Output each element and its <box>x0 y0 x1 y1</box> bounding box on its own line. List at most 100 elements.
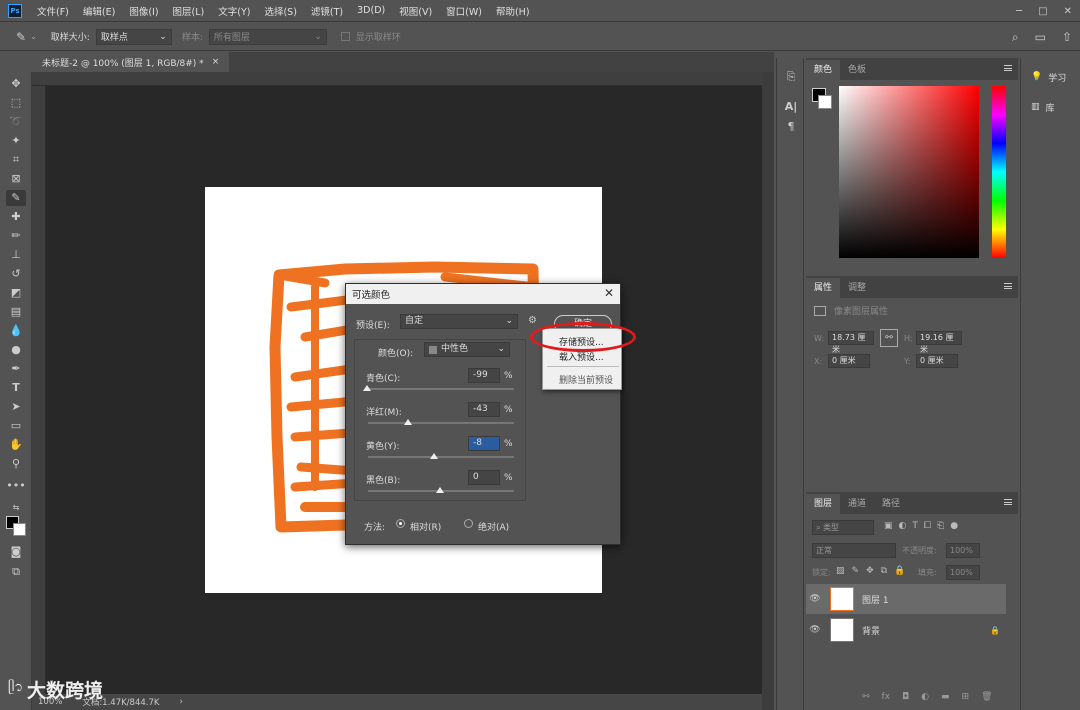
rectangle-tool-icon[interactable]: ▭ <box>6 418 26 434</box>
pen-tool-icon[interactable]: ✒ <box>6 361 26 377</box>
yellow-slider-thumb[interactable] <box>430 453 438 459</box>
magenta-slider-thumb[interactable] <box>404 419 412 425</box>
marquee-tool-icon[interactable]: ⬚ <box>6 95 26 111</box>
tab-properties[interactable]: 属性 <box>806 278 841 298</box>
eye-icon[interactable]: 👁 <box>806 625 824 635</box>
tab-color[interactable]: 颜色 <box>806 60 841 80</box>
layer-style-icon[interactable]: fx <box>882 692 891 702</box>
adjustment-layer-icon[interactable]: ◐ <box>921 692 929 702</box>
more-tools-icon[interactable]: ••• <box>6 478 26 494</box>
healing-brush-tool-icon[interactable]: ✚ <box>6 209 26 225</box>
learn-button[interactable]: 💡 学习 <box>1025 66 1077 88</box>
zoom-tool-icon[interactable]: ⚲ <box>6 456 26 472</box>
character-panel-icon[interactable]: A| <box>783 100 799 116</box>
filter-type-icon[interactable]: T <box>912 521 918 531</box>
menu-image[interactable]: 图像(I) <box>122 4 165 18</box>
lock-artboard-icon[interactable]: ⧉ <box>881 566 887 576</box>
menu-select[interactable]: 选择(S) <box>257 4 303 18</box>
lock-all-icon[interactable]: 🔒 <box>894 566 905 576</box>
cyan-slider-thumb[interactable] <box>363 385 371 391</box>
preset-select[interactable]: 自定 ⌄ <box>400 314 518 329</box>
filter-pixel-icon[interactable]: ▣ <box>884 521 893 531</box>
menu-help[interactable]: 帮助(H) <box>489 4 537 18</box>
opacity-field[interactable]: 100% <box>946 543 980 558</box>
close-icon[interactable]: ✕ <box>604 286 614 300</box>
magic-wand-tool-icon[interactable]: ✦ <box>6 133 26 149</box>
filter-shape-icon[interactable]: ⧠ <box>924 521 931 531</box>
hue-slider[interactable] <box>992 86 1006 258</box>
close-icon[interactable]: ✕ <box>1064 6 1072 17</box>
maximize-icon[interactable]: □ <box>1038 6 1047 17</box>
y-field[interactable]: 0 厘米 <box>916 354 958 368</box>
history-panel-icon[interactable]: ⎘ <box>783 70 799 86</box>
cyan-slider[interactable] <box>368 388 514 390</box>
layer-row[interactable]: 👁 图层 1 <box>806 584 1006 614</box>
color-picker-field[interactable] <box>839 86 979 258</box>
magenta-slider[interactable] <box>368 422 514 424</box>
relative-radio[interactable] <box>396 519 405 528</box>
show-ring-checkbox[interactable] <box>340 32 350 41</box>
blend-mode-select[interactable]: 正常 <box>812 543 896 558</box>
lock-transparent-icon[interactable]: ▨ <box>836 566 845 576</box>
eyedropper-icon[interactable]: ✎ <box>16 30 26 44</box>
panel-menu-icon[interactable] <box>1004 499 1012 505</box>
yellow-slider[interactable] <box>368 456 514 458</box>
fill-field[interactable]: 100% <box>946 565 980 580</box>
colors-select[interactable]: 中性色 ⌄ <box>424 342 510 357</box>
layer-filter-select[interactable]: ⌕ 类型 <box>812 520 874 535</box>
lock-position-icon[interactable]: ✥ <box>866 566 874 576</box>
blur-tool-icon[interactable]: 💧 <box>6 323 26 339</box>
tab-swatches[interactable]: 色板 <box>840 60 874 80</box>
new-layer-icon[interactable]: ⊞ <box>962 692 970 702</box>
eyedropper-tool-icon[interactable]: ✎ <box>6 190 26 206</box>
background-color-swatch[interactable] <box>13 523 26 536</box>
link-icon[interactable]: ⚯ <box>880 329 898 347</box>
link-layers-icon[interactable]: ⚯ <box>862 692 870 702</box>
x-field[interactable]: 0 厘米 <box>828 354 870 368</box>
type-tool-icon[interactable]: T <box>6 380 26 396</box>
quick-mask-icon[interactable]: ◙ <box>6 544 26 560</box>
yellow-input[interactable]: -8 <box>468 436 500 451</box>
new-group-icon[interactable]: ▬ <box>941 692 950 702</box>
menu-file[interactable]: 文件(F) <box>30 4 76 18</box>
clone-stamp-tool-icon[interactable]: ⊥ <box>6 247 26 263</box>
chevron-right-icon[interactable]: › <box>179 697 182 707</box>
cyan-input[interactable]: -99 <box>468 368 500 383</box>
delete-layer-icon[interactable]: 🗑 <box>981 692 992 702</box>
menu-window[interactable]: 窗口(W) <box>439 4 489 18</box>
search-icon[interactable]: ⌕ <box>1012 30 1019 45</box>
add-mask-icon[interactable]: ◘ <box>902 692 909 702</box>
crop-tool-icon[interactable]: ⌗ <box>6 152 26 168</box>
tab-paths[interactable]: 路径 <box>874 494 908 514</box>
delete-preset-menu-item[interactable]: 删除当前预设 <box>559 373 613 386</box>
lasso-tool-icon[interactable]: ➰ <box>6 114 26 130</box>
path-selection-tool-icon[interactable]: ➤ <box>6 399 26 415</box>
layer-row[interactable]: 👁 背景 🔒 <box>806 615 1006 645</box>
filter-smart-object-icon[interactable]: ⎗ <box>937 521 944 531</box>
menu-view[interactable]: 视图(V) <box>392 4 439 18</box>
menu-layer[interactable]: 图层(L) <box>166 4 212 18</box>
menu-type[interactable]: 文字(Y) <box>211 4 257 18</box>
frame-tool-icon[interactable]: ⊠ <box>6 171 26 187</box>
document-tab[interactable]: 未标题-2 @ 100% (图层 1, RGB/8#) * × <box>32 52 230 72</box>
dodge-tool-icon[interactable]: ● <box>6 342 26 358</box>
menu-filter[interactable]: 滤镜(T) <box>304 4 350 18</box>
brush-tool-icon[interactable]: ✏ <box>6 228 26 244</box>
gear-icon[interactable]: ⚙ <box>528 315 537 326</box>
screen-mode-icon[interactable]: ⧉ <box>6 564 26 580</box>
workspace-icon[interactable]: ▭ <box>1035 30 1046 44</box>
gradient-tool-icon[interactable]: ▤ <box>6 304 26 320</box>
tab-layers[interactable]: 图层 <box>806 494 841 514</box>
paragraph-panel-icon[interactable]: ¶ <box>783 120 799 136</box>
menu-edit[interactable]: 编辑(E) <box>76 4 122 18</box>
height-field[interactable]: 19.16 厘米 <box>916 331 962 354</box>
filter-adjustment-icon[interactable]: ◐ <box>899 521 907 531</box>
hand-tool-icon[interactable]: ✋ <box>6 437 26 453</box>
tab-adjustments[interactable]: 调整 <box>840 278 874 298</box>
magenta-input[interactable]: -43 <box>468 402 500 417</box>
black-slider-thumb[interactable] <box>436 487 444 493</box>
panel-menu-icon[interactable] <box>1004 65 1012 71</box>
background-color-swatch[interactable] <box>818 95 832 109</box>
lock-image-icon[interactable]: ✎ <box>852 566 860 576</box>
library-button[interactable]: ▥ 库 <box>1025 96 1077 118</box>
